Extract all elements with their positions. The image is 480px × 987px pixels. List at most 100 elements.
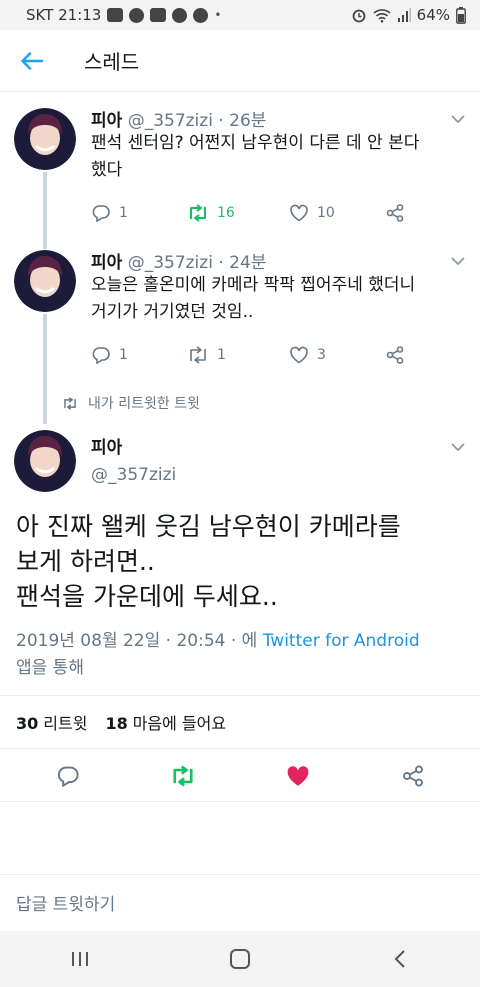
sync-icon (150, 8, 167, 22)
back-nav-button[interactable] (370, 939, 430, 979)
tweet-actions: 1 1 3 (91, 343, 421, 367)
tweet-stats: 30 리트윗 18 마음에 들어요 (0, 695, 480, 749)
like-icon (287, 765, 308, 786)
author-name[interactable]: 피아 (91, 253, 122, 273)
reply-icon (57, 766, 78, 787)
main-text-line: 팬석을 가운데에 두세요.. (16, 582, 278, 611)
tweet-text-line: 거기가 거기였던 것임.. (91, 302, 254, 322)
author-name[interactable]: 피아 (91, 111, 122, 131)
retweet-icon (64, 396, 76, 410)
reply-button[interactable]: 1 (91, 346, 187, 364)
via-suffix: 앱을 통해 (16, 658, 84, 678)
like-button[interactable]: 3 (289, 346, 385, 364)
status-bar: SKT 21:13 • 64% (0, 0, 480, 30)
alarm-icon (352, 9, 366, 23)
tweet-text: 오늘은 홀온미에 카메라 팍팍 찝어주네 했더니 거기가 거기였던 것임.. (91, 272, 465, 326)
talk-icon (193, 7, 209, 23)
main-tweet-avatar[interactable] (14, 430, 76, 492)
status-left: SKT 21:13 • (26, 6, 221, 24)
author-handle-time: @_357zizi · 24분 (127, 253, 267, 273)
via-app-link[interactable]: Twitter for Android (263, 631, 420, 651)
main-author-name[interactable]: 피아 (91, 433, 122, 458)
system-nav-bar (0, 931, 480, 987)
like-count: 10 (317, 205, 335, 221)
recents-button[interactable] (50, 939, 110, 979)
tweet-text-line: 팬석 센터임? 어쩐지 남우현이 다른 데 안 본다 (91, 133, 420, 153)
battery-percent: 64% (416, 6, 450, 24)
app-c-icon (172, 7, 188, 23)
signal-icon (397, 8, 411, 22)
main-tweet-actions (0, 750, 480, 802)
reply-count: 1 (119, 347, 128, 363)
retweet-button[interactable]: 16 (187, 204, 289, 222)
reply-input[interactable]: 답글 트윗하기 (0, 874, 480, 930)
share-button[interactable] (385, 346, 405, 364)
back-arrow-icon (21, 51, 43, 70)
tweet-header: 피아 @_357zizi · 24분 (91, 248, 266, 273)
app-header: 스레드 (0, 30, 480, 92)
video-icon (107, 8, 124, 22)
reply-button[interactable]: 1 (91, 204, 187, 222)
retweet-stat-label: 리트윗 (43, 714, 88, 733)
retweeted-by-me-note: 내가 리트윗한 트윗 (62, 393, 200, 413)
tweet-text: 팬석 센터임? 어쩐지 남우현이 다른 데 안 본다 했다 (91, 130, 465, 184)
share-icon (386, 204, 404, 222)
thread-connector (43, 314, 47, 424)
recents-icon (72, 952, 88, 966)
avatar[interactable] (14, 108, 76, 170)
home-icon (230, 949, 250, 969)
cloud-icon (129, 7, 145, 23)
like-icon (290, 204, 308, 222)
tweet-metadata: 2019년 08월 22일 · 20:54 · 에 Twitter for An… (16, 628, 466, 682)
retweet-stat-count: 30 (16, 714, 39, 733)
retweet-count: 1 (217, 347, 226, 363)
chevron-down-icon[interactable] (450, 441, 466, 453)
like-button[interactable]: 10 (289, 204, 385, 222)
chevron-down-icon[interactable] (450, 113, 466, 125)
tweet-timestamp: 2019년 08월 22일 · 20:54 · 에 (16, 631, 258, 651)
main-author-handle[interactable]: @_357zizi (91, 465, 176, 485)
like-stat[interactable]: 18 마음에 들어요 (105, 710, 226, 734)
reply-icon (92, 205, 110, 222)
tweet-header: 피아 @_357zizi · 26분 (91, 106, 266, 131)
back-button[interactable] (0, 30, 64, 92)
retweet-icon (172, 765, 193, 786)
more-dots-icon: • (214, 8, 222, 22)
share-icon (402, 764, 423, 787)
share-button[interactable] (385, 204, 405, 222)
retweet-stat[interactable]: 30 리트윗 (16, 710, 87, 734)
home-button[interactable] (210, 939, 270, 979)
main-tweet-text: 아 진짜 왤케 웃김 남우현이 카메라를 보게 하려면.. 팬석을 가운데에 두… (16, 509, 466, 614)
status-right: 64% (351, 6, 466, 24)
author-handle-time: @_357zizi · 26분 (127, 111, 267, 131)
retweet-count: 16 (217, 205, 235, 221)
avatar[interactable] (14, 250, 76, 312)
tweet-text-line: 했다 (91, 160, 123, 180)
main-reply-button[interactable] (38, 765, 98, 787)
tweet-actions: 1 16 10 (91, 201, 421, 225)
back-nav-icon (394, 950, 405, 968)
battery-icon (456, 6, 466, 24)
reply-icon (92, 347, 110, 364)
like-count: 3 (317, 347, 326, 363)
retweet-button[interactable]: 1 (187, 346, 289, 364)
main-text-line: 보게 하려면.. (16, 547, 155, 576)
main-retweet-button[interactable] (153, 765, 213, 787)
reply-placeholder: 답글 트윗하기 (16, 895, 116, 915)
carrier-time: SKT 21:13 (26, 6, 102, 24)
reply-count: 1 (119, 205, 128, 221)
like-stat-count: 18 (105, 714, 128, 733)
tweet-text-line: 오늘은 홀온미에 카메라 팍팍 찝어주네 했더니 (91, 275, 416, 295)
share-icon (386, 346, 404, 364)
retweet-note-text: 내가 리트윗한 트윗 (88, 396, 200, 412)
like-icon (290, 346, 308, 364)
wifi-icon (373, 8, 391, 23)
retweet-icon (190, 204, 206, 222)
main-share-button[interactable] (383, 764, 443, 787)
main-text-line: 아 진짜 왤케 웃김 남우현이 카메라를 (16, 512, 401, 541)
chevron-down-icon[interactable] (450, 255, 466, 267)
thread-connector (43, 172, 47, 249)
retweet-icon (190, 346, 206, 364)
main-like-button[interactable] (268, 764, 328, 788)
page-title: 스레드 (84, 50, 140, 74)
